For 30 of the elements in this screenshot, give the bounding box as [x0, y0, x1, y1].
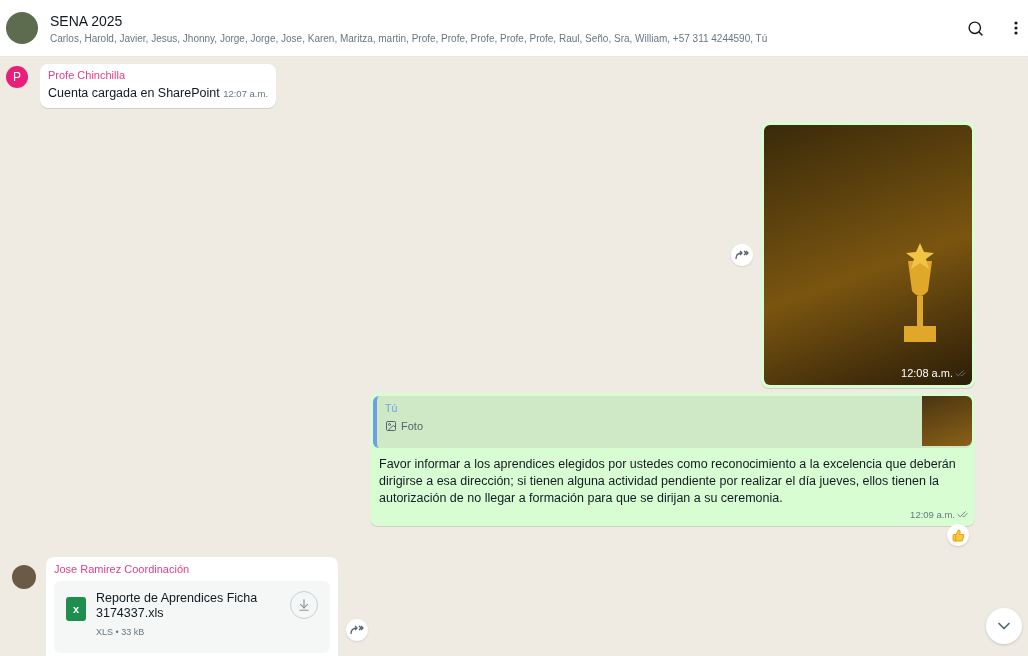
- download-icon: [297, 598, 311, 612]
- file-card[interactable]: x Reporte de Aprendices Ficha 3174337.xls XLS • 33 kB: [54, 581, 330, 653]
- thumbs-up-icon: [951, 528, 965, 542]
- message-text: Cuenta cargada en SharePoint 12:07 a.m.: [48, 85, 269, 102]
- file-name: Reporte de Aprendices Ficha 3174337.xls: [96, 591, 259, 621]
- message-text: Favor informar a los aprendices elegidos por ustedes como reconocimiento a la excelencia que deberán dirigirse a esa dirección; si tienen alguna actividad pendiente por realizar el día jueves, ellos tienen la autorización de no llegar a formación para que se dirijan a su ceremonia.: [378, 456, 957, 507]
- forward-button[interactable]: [346, 619, 368, 641]
- poster-image[interactable]: 12:08 a.m.: [764, 125, 972, 385]
- message-time: 12:07 a.m.: [223, 87, 269, 101]
- photo-thumbnail: [922, 396, 972, 446]
- sender-name: Jose Ramirez Coordinación: [54, 563, 191, 575]
- participants-list: Carlos, Harold, Javier, Jesus, Jhonny, Jorge, Jorge, Jose, Karen, Maritza, martin, Profe, Profe, Profe, Profe, Profe, Raul, Seño, Sra, William, +57 311 4244590, Tú: [50, 32, 951, 44]
- avatar[interactable]: [12, 565, 36, 589]
- menu-icon: [1014, 21, 1018, 35]
- quoted-message[interactable]: Tú Foto: [373, 396, 972, 448]
- image-icon: [385, 420, 397, 432]
- quote-label: Foto: [401, 420, 423, 432]
- chat-title: SENA 2025: [50, 12, 124, 29]
- forward-button[interactable]: [731, 244, 753, 266]
- avatar[interactable]: P: [6, 66, 28, 88]
- forward-icon: [735, 249, 749, 261]
- sender-name: Profe Chinchilla: [48, 69, 127, 81]
- search-icon: [967, 19, 984, 37]
- message-time: 12:09 a.m.: [910, 509, 968, 520]
- spreadsheet-icon: x: [66, 597, 86, 621]
- forward-icon: [350, 624, 364, 636]
- quote-sender: Tú: [385, 402, 399, 414]
- message-time: 12:08 a.m.: [901, 367, 966, 379]
- file-meta: XLS • 33 kB: [96, 627, 146, 637]
- group-avatar[interactable]: [6, 12, 38, 44]
